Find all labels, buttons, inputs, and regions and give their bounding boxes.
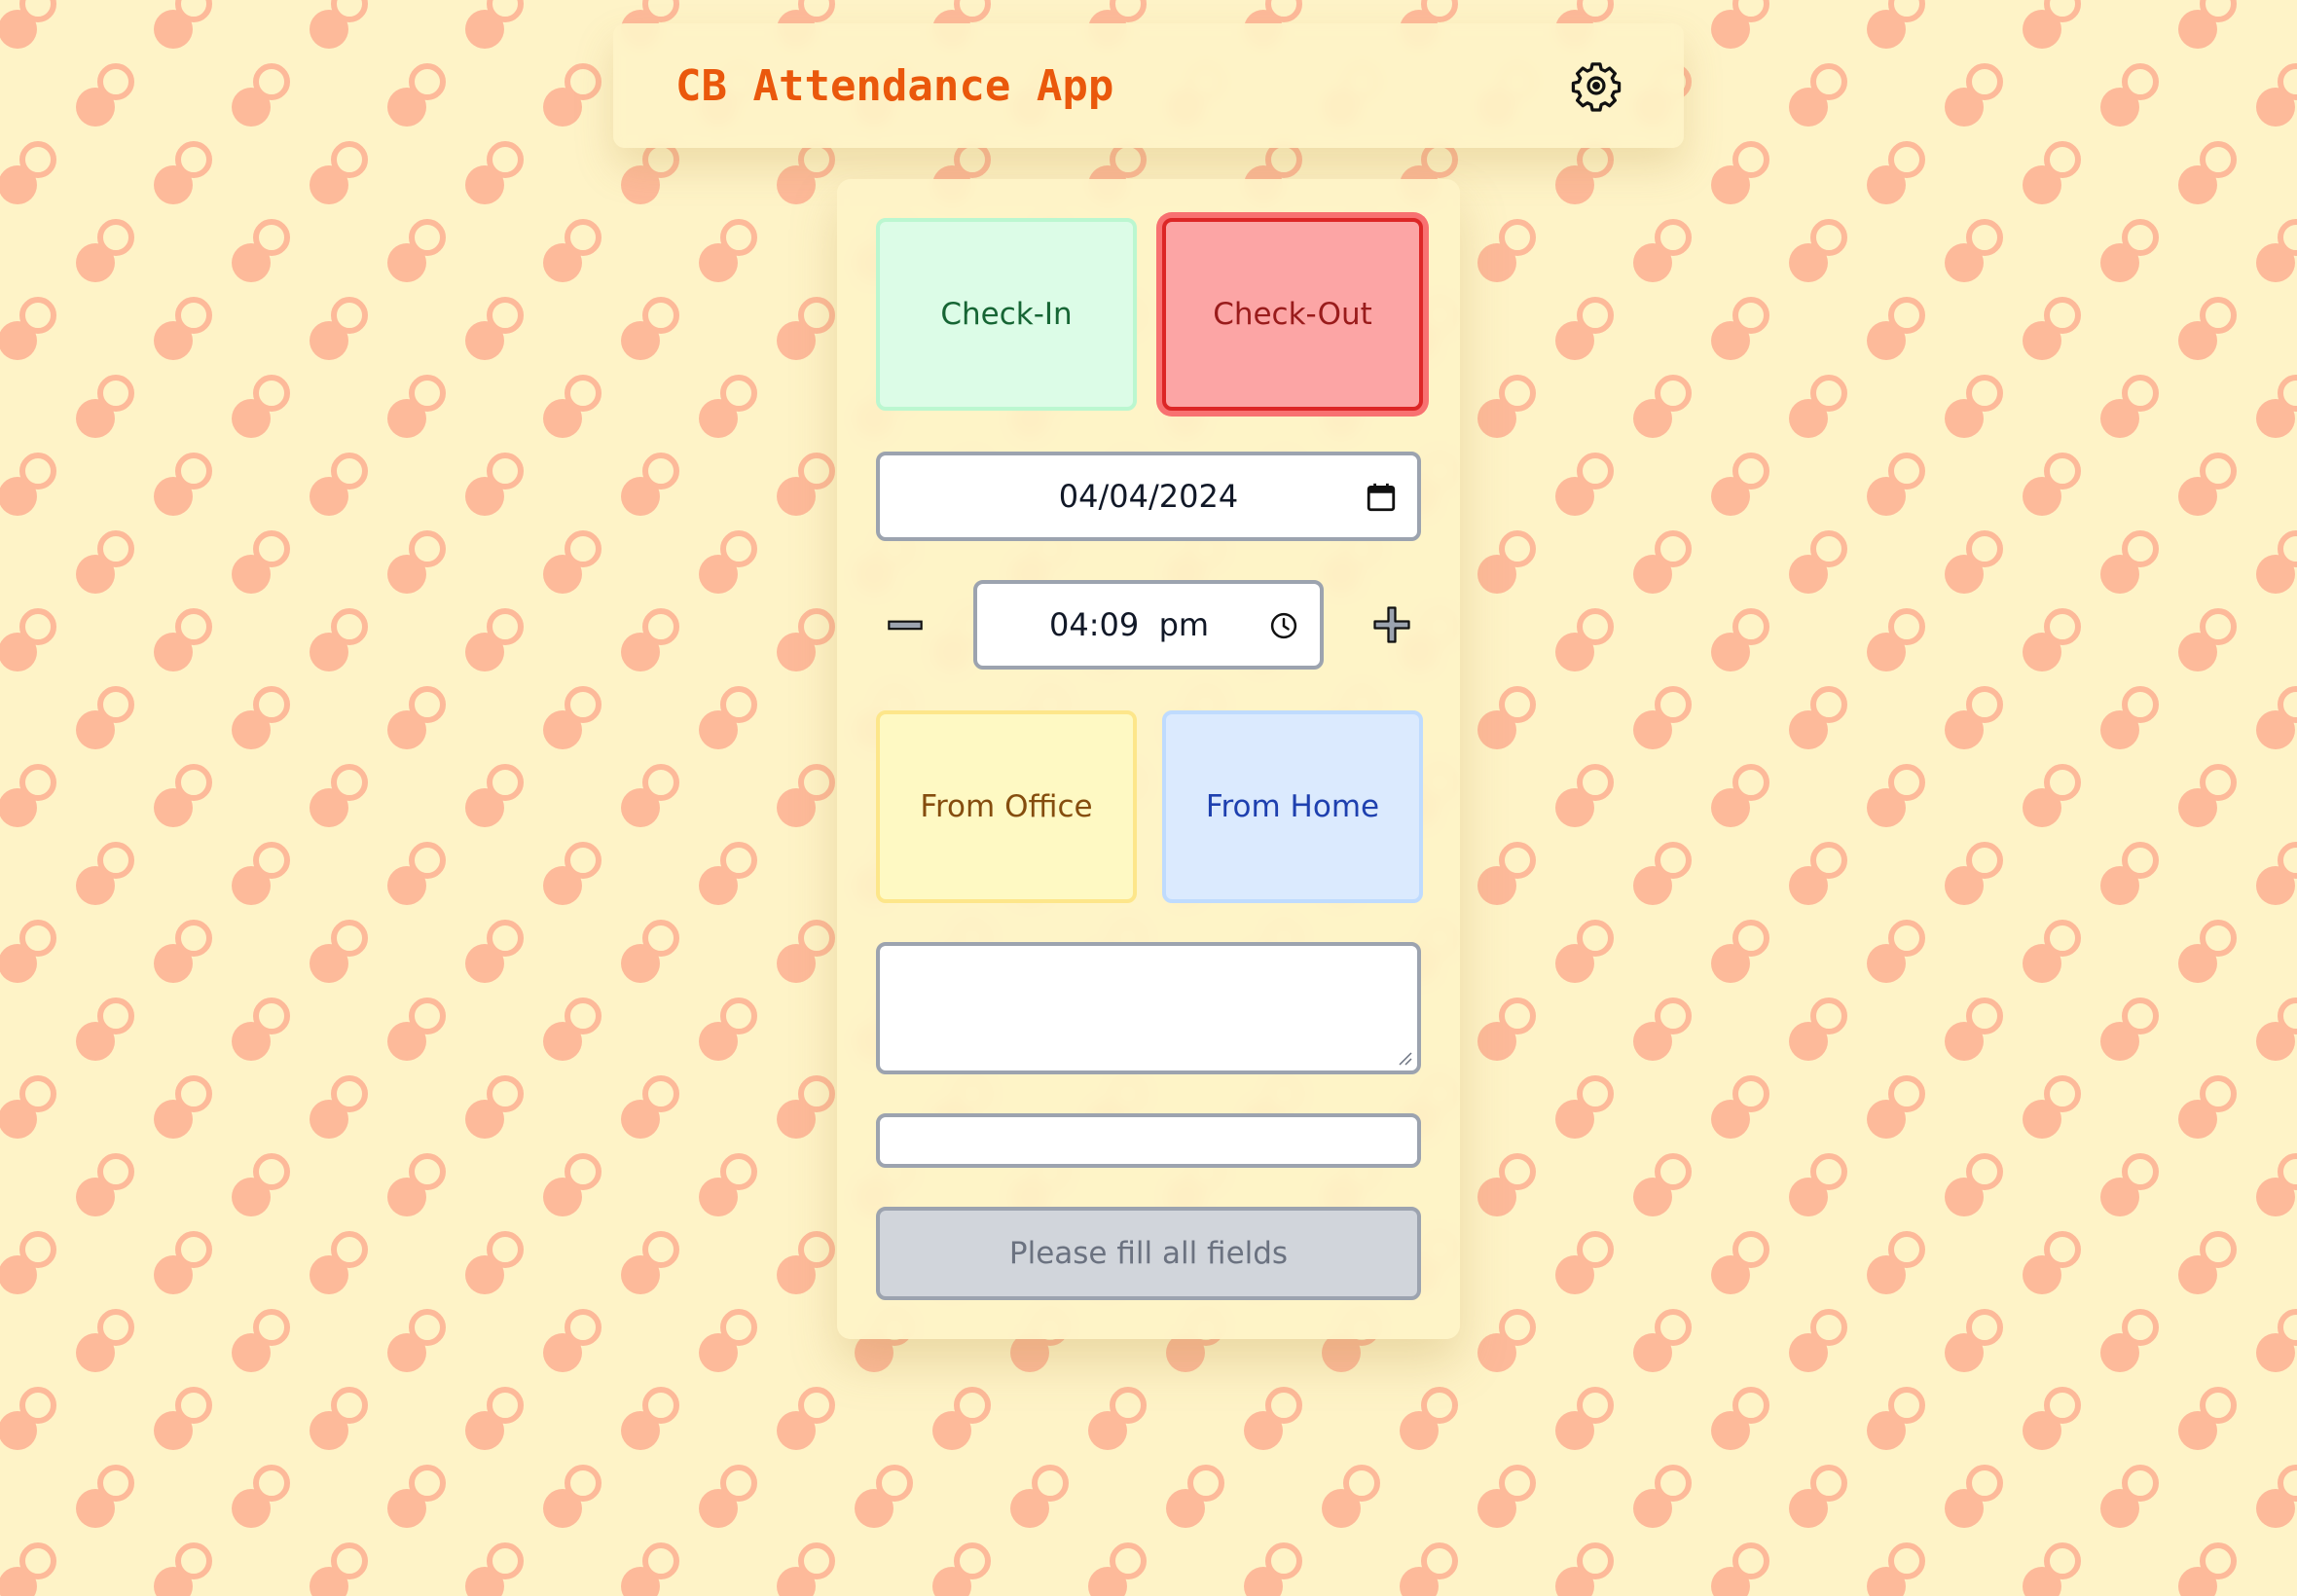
app-header: CB Attendance App — [613, 23, 1684, 148]
time-value: 04:09 pm — [1049, 606, 1210, 643]
clock-icon[interactable] — [1269, 611, 1298, 640]
extra-input[interactable] — [876, 1113, 1421, 1168]
app-title: CB Attendance App — [675, 60, 1114, 111]
submit-label: Please fill all fields — [1008, 1236, 1289, 1271]
gear-icon — [1571, 62, 1622, 112]
attendance-card: Check-In Check-Out 04/04/2024 04:09 pm F… — [837, 179, 1460, 1339]
check-out-label: Check-Out — [1213, 297, 1372, 332]
time-input[interactable]: 04:09 pm — [973, 580, 1324, 670]
from-office-label: From Office — [920, 789, 1093, 824]
check-in-button[interactable]: Check-In — [876, 218, 1137, 411]
submit-button[interactable]: Please fill all fields — [876, 1207, 1421, 1300]
minus-icon — [888, 620, 923, 631]
resize-handle-icon[interactable] — [1396, 1049, 1413, 1067]
date-input[interactable]: 04/04/2024 — [876, 452, 1421, 541]
from-home-label: From Home — [1205, 789, 1380, 824]
increase-time-button[interactable] — [1363, 596, 1421, 654]
settings-button[interactable] — [1567, 56, 1625, 115]
decrease-time-button[interactable] — [876, 596, 934, 654]
check-out-button[interactable]: Check-Out — [1162, 218, 1423, 411]
notes-textarea[interactable] — [876, 942, 1421, 1074]
time-stepper: 04:09 pm — [876, 580, 1421, 670]
check-in-label: Check-In — [940, 297, 1073, 332]
from-home-button[interactable]: From Home — [1162, 710, 1423, 903]
from-office-button[interactable]: From Office — [876, 710, 1137, 903]
plus-icon — [1373, 606, 1410, 643]
calendar-icon[interactable] — [1365, 481, 1398, 514]
date-value: 04/04/2024 — [1058, 478, 1239, 515]
